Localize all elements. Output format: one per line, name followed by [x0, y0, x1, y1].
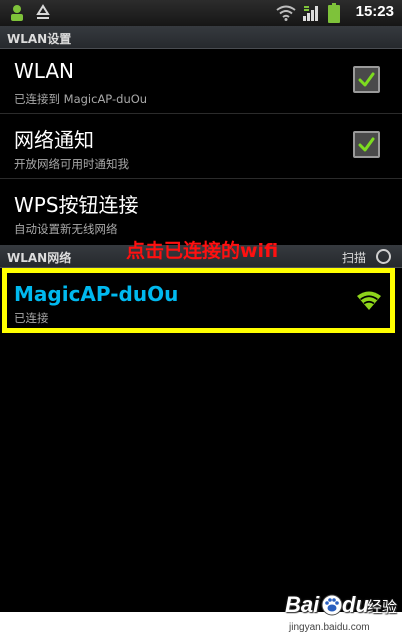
phone-screen: 15:23 WLAN设置 WLAN 已连接到 MagicAP-duOu 网络通知…: [0, 0, 402, 612]
recycle-icon: [36, 4, 50, 19]
network-notification-title: 网络通知: [14, 128, 94, 152]
signal-icon: [303, 6, 318, 21]
wlan-toggle-row[interactable]: WLAN 已连接到 MagicAP-duOu: [0, 49, 402, 114]
wlan-summary: 已连接到 MagicAP-duOu: [14, 92, 148, 106]
wifi-icon: [276, 5, 296, 21]
checkmark-icon: [358, 72, 375, 87]
highlight-box: [2, 268, 395, 333]
network-notification-checkbox[interactable]: [353, 131, 380, 158]
wps-title: WPS按钮连接: [14, 193, 139, 217]
wlan-checkbox[interactable]: [353, 66, 380, 93]
checkmark-icon: [358, 137, 375, 152]
watermark-url: jingyan.baidu.com: [289, 622, 370, 633]
wlan-title: WLAN: [14, 59, 75, 83]
scan-spinner-icon: [376, 249, 391, 264]
scan-button[interactable]: 扫描: [342, 249, 366, 266]
battery-icon: [328, 3, 340, 23]
wlan-settings-header: WLAN设置: [0, 26, 402, 49]
wps-button-row[interactable]: WPS按钮连接 自动设置新无线网络: [0, 179, 402, 243]
status-bar: 15:23: [0, 0, 402, 26]
section-title: WLAN网络: [7, 251, 72, 265]
network-notification-summary: 开放网络可用时通知我: [14, 157, 129, 171]
status-clock: 15:23: [355, 3, 394, 20]
section-title: WLAN设置: [7, 32, 72, 46]
annotation-text: 点击已连接的wifi: [126, 240, 279, 262]
usb-icon: [11, 5, 23, 21]
network-notification-row[interactable]: 网络通知 开放网络可用时通知我: [0, 114, 402, 179]
wps-summary: 自动设置新无线网络: [14, 222, 118, 236]
baidu-watermark: Bai du 经验 jingyan.baidu.com: [285, 592, 398, 633]
